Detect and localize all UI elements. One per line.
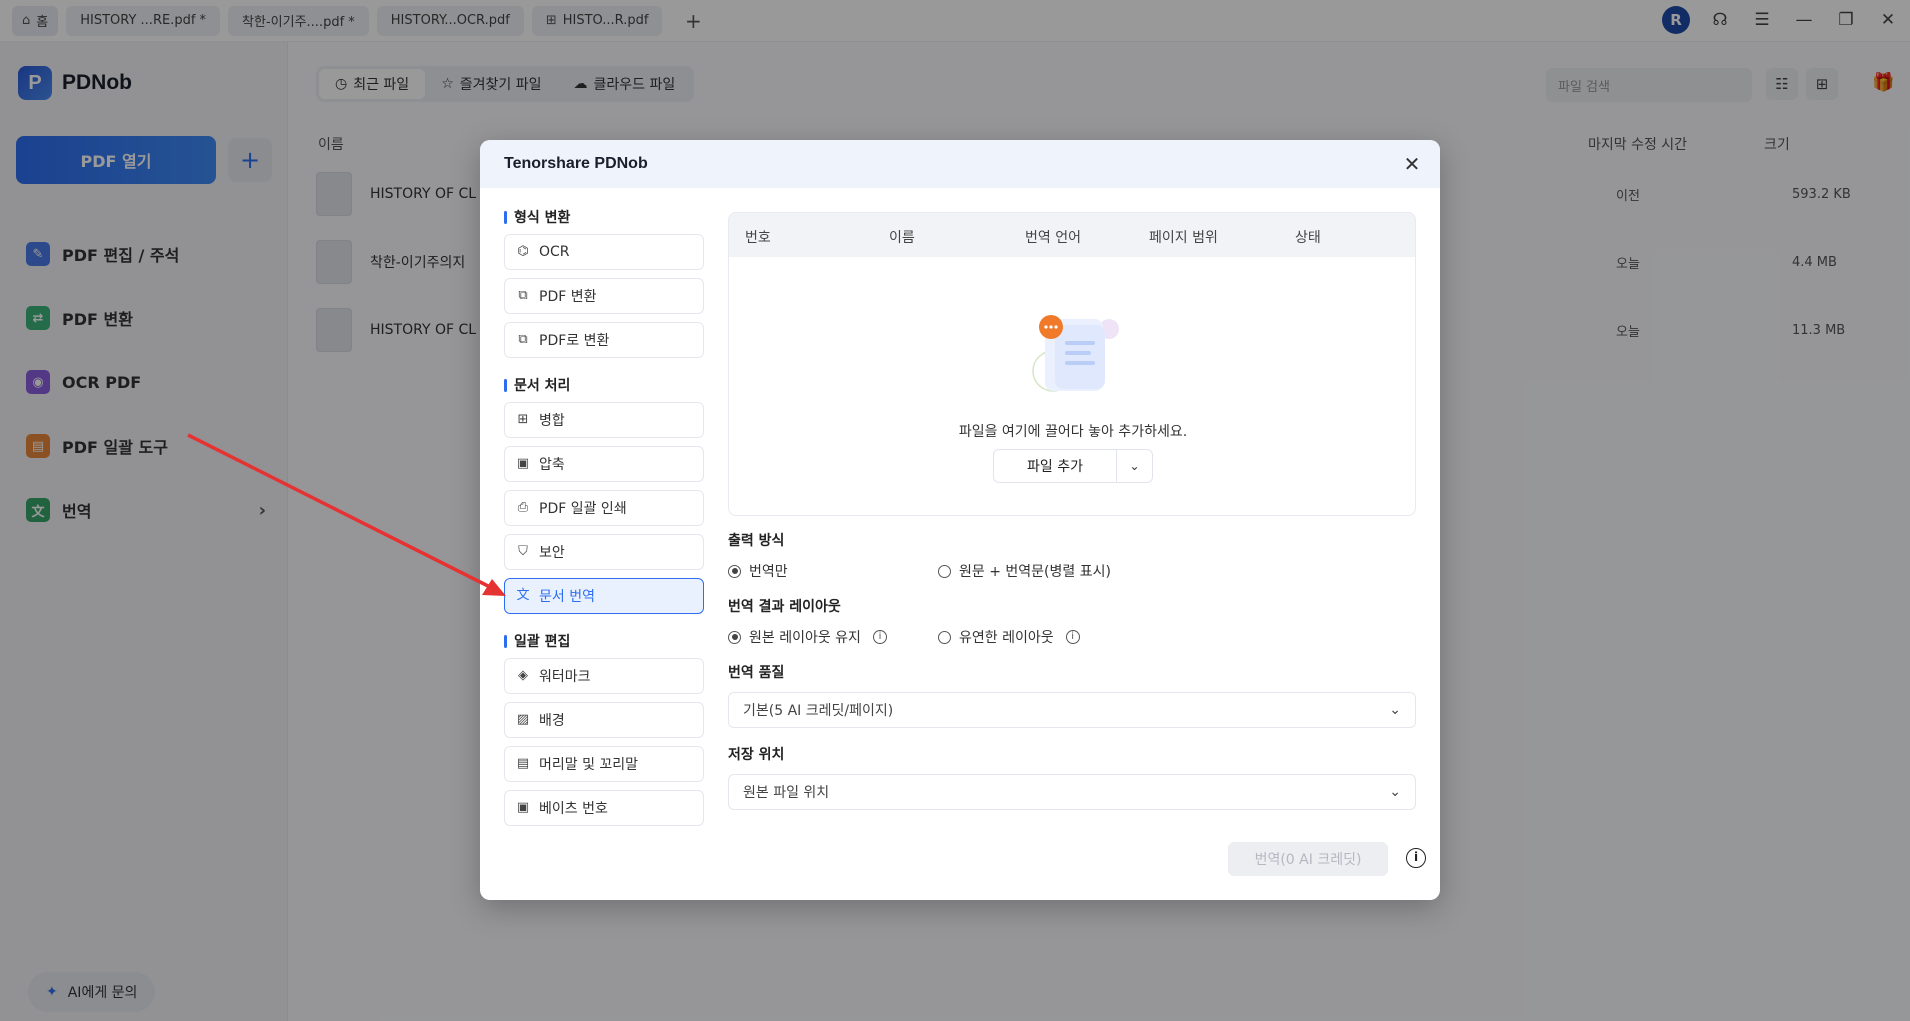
add-file-button[interactable]: 파일 추가 ⌄ bbox=[993, 449, 1153, 483]
layout-title: 번역 결과 레이아웃 bbox=[728, 599, 841, 615]
chevron-down-icon: ⌄ bbox=[1389, 784, 1401, 800]
radio-label: 번역만 bbox=[749, 564, 788, 580]
file-drop-zone[interactable]: 번호 이름 번역 언어 페이지 범위 상태 파일을 여기에 끌어다 놓아 추가하… bbox=[728, 212, 1416, 516]
ocr-icon: ⌬ bbox=[517, 244, 529, 259]
section-title: 일괄 편집 bbox=[504, 624, 704, 658]
drop-hint: 파일을 여기에 끌어다 놓아 추가하세요. bbox=[958, 424, 1188, 440]
radio-unchecked bbox=[938, 564, 951, 578]
header-footer-icon: ▤ bbox=[516, 756, 530, 771]
tool-compress[interactable]: ▣ 압축 bbox=[504, 446, 704, 482]
tool-label: 배경 bbox=[539, 713, 565, 729]
radio-translation-only[interactable]: 번역만 bbox=[728, 561, 938, 581]
layout-options: 원본 레이아웃 유지 i 유연한 레이아웃 i bbox=[728, 626, 1416, 648]
tool-security[interactable]: ⛉ 보안 bbox=[504, 534, 704, 570]
tool-pdf-convert[interactable]: ⧉ PDF 변환 bbox=[504, 278, 704, 314]
tool-label: PDF 일괄 인쇄 bbox=[539, 501, 627, 517]
close-icon[interactable]: ✕ bbox=[1400, 152, 1424, 176]
translate-settings: 번호 이름 번역 언어 페이지 범위 상태 파일을 여기에 끌어다 놓아 추가하… bbox=[728, 212, 1416, 810]
column-language: 번역 언어 bbox=[1025, 230, 1081, 246]
empty-document-icon bbox=[1032, 315, 1119, 392]
tool-label: 머리말 및 꼬리말 bbox=[539, 757, 639, 773]
tool-label: OCR bbox=[539, 244, 570, 260]
chevron-down-icon: ⌄ bbox=[1389, 702, 1401, 718]
tool-label: 문서 번역 bbox=[539, 589, 595, 605]
tool-bates[interactable]: ▣ 베이츠 번호 bbox=[504, 790, 704, 826]
info-icon[interactable]: i bbox=[1406, 848, 1426, 868]
section-title: 문서 처리 bbox=[504, 368, 704, 402]
quality-title: 번역 품질 bbox=[728, 665, 785, 681]
radio-checked bbox=[728, 630, 741, 644]
output-mode-title: 출력 방식 bbox=[728, 533, 785, 549]
tool-list: 형식 변환 ⌬ OCR ⧉ PDF 변환 ⧉ PDF로 변환 문서 처리 ⊞ 병합 ▣ 압… bbox=[504, 200, 704, 834]
save-location-select[interactable]: 원본 파일 위치 ⌄ bbox=[728, 774, 1416, 810]
tool-to-pdf[interactable]: ⧉ PDF로 변환 bbox=[504, 322, 704, 358]
tool-header-footer[interactable]: ▤ 머리말 및 꼬리말 bbox=[504, 746, 704, 782]
radio-checked bbox=[728, 564, 741, 578]
table-header: 번호 이름 번역 언어 페이지 범위 상태 bbox=[729, 213, 1415, 257]
radio-label: 유연한 레이아웃 bbox=[959, 630, 1054, 646]
tool-ocr[interactable]: ⌬ OCR bbox=[504, 234, 704, 270]
save-location-title: 저장 위치 bbox=[728, 747, 785, 763]
tool-label: 베이츠 번호 bbox=[539, 801, 608, 817]
tool-watermark[interactable]: ◈ 워터마크 bbox=[504, 658, 704, 694]
radio-bilingual[interactable]: 원문 + 번역문(병렬 표시) bbox=[938, 561, 1111, 581]
translate-button[interactable]: 번역(0 AI 크레딧) bbox=[1228, 842, 1388, 876]
section-title: 형식 변환 bbox=[504, 200, 704, 234]
output-mode-options: 번역만 원문 + 번역문(병렬 표시) bbox=[728, 560, 1416, 582]
save-location-value: 원본 파일 위치 bbox=[743, 785, 830, 801]
dialog-title: Tenorshare PDNob bbox=[480, 140, 1440, 188]
compress-icon: ▣ bbox=[516, 456, 530, 471]
background-icon: ▨ bbox=[516, 712, 530, 727]
radio-label: 원문 + 번역문(병렬 표시) bbox=[959, 564, 1111, 580]
translate-icon: 文 bbox=[516, 588, 530, 603]
to-pdf-icon: ⧉ bbox=[518, 332, 528, 347]
watermark-icon: ◈ bbox=[518, 668, 528, 683]
add-file-label: 파일 추가 bbox=[1027, 459, 1083, 475]
tool-background[interactable]: ▨ 배경 bbox=[504, 702, 704, 738]
radio-flexible-layout[interactable]: 유연한 레이아웃 i bbox=[938, 627, 1080, 647]
tool-label: 워터마크 bbox=[539, 669, 591, 685]
chevron-down-icon[interactable]: ⌄ bbox=[1116, 450, 1152, 482]
column-status: 상태 bbox=[1295, 230, 1321, 246]
tool-label: 보안 bbox=[539, 545, 565, 561]
print-icon: ⎙ bbox=[517, 500, 529, 515]
tool-print[interactable]: ⎙ PDF 일괄 인쇄 bbox=[504, 490, 704, 526]
quality-select[interactable]: 기본(5 AI 크레딧/페이지) ⌄ bbox=[728, 692, 1416, 728]
column-page-range: 페이지 범위 bbox=[1149, 230, 1218, 246]
tool-label: 압축 bbox=[539, 457, 565, 473]
tool-merge[interactable]: ⊞ 병합 bbox=[504, 402, 704, 438]
quality-value: 기본(5 AI 크레딧/페이지) bbox=[743, 703, 894, 719]
column-number: 번호 bbox=[745, 230, 771, 246]
tool-label: 병합 bbox=[539, 413, 565, 429]
radio-label: 원본 레이아웃 유지 bbox=[749, 630, 861, 646]
bates-icon: ▣ bbox=[516, 800, 530, 815]
shield-icon: ⛉ bbox=[518, 544, 528, 559]
batch-tool-dialog: Tenorshare PDNob ✕ 형식 변환 ⌬ OCR ⧉ PDF 변환 ⧉ P… bbox=[480, 140, 1440, 900]
tool-label: PDF로 변환 bbox=[539, 333, 610, 349]
info-icon[interactable]: i bbox=[872, 630, 887, 644]
merge-icon: ⊞ bbox=[517, 412, 529, 427]
radio-unchecked bbox=[938, 630, 951, 644]
tool-label: PDF 변환 bbox=[539, 289, 597, 305]
radio-keep-layout[interactable]: 원본 레이아웃 유지 i bbox=[728, 627, 938, 647]
info-icon[interactable]: i bbox=[1065, 630, 1080, 644]
column-name: 이름 bbox=[889, 230, 915, 246]
tool-translate[interactable]: 文 문서 번역 bbox=[504, 578, 704, 614]
convert-icon: ⧉ bbox=[518, 288, 528, 303]
